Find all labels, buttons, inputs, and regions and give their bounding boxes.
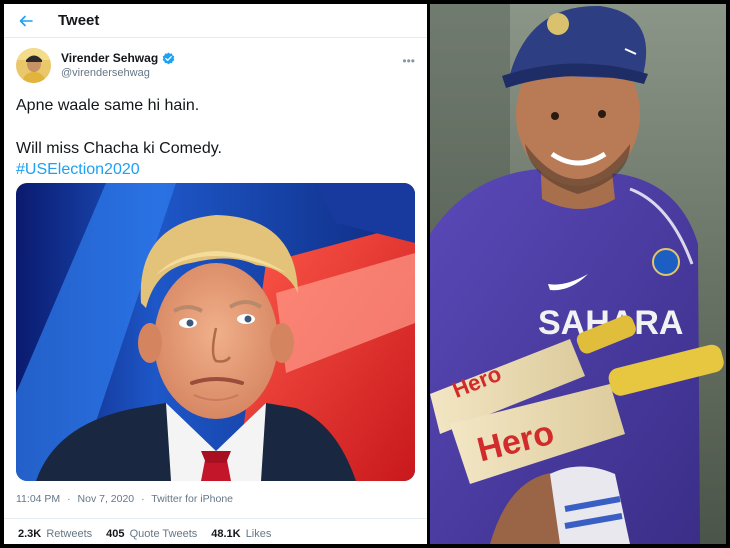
tweet-author: Virender Sehwag @virendersehwag ••• [16, 48, 415, 84]
likes-stat[interactable]: 48.1K Likes [211, 528, 271, 540]
meta-separator: · [141, 493, 145, 505]
author-handle[interactable]: @virendersehwag [61, 67, 150, 79]
hashtag-link[interactable]: #USElection2020 [16, 161, 140, 179]
tweet-panel: Tweet Virender Sehwag @virendersehwag ••… [4, 4, 427, 544]
page-title: Tweet [58, 12, 100, 29]
tweet-meta: 11:04 PM · Nov 7, 2020 · Twitter for iPh… [16, 493, 233, 505]
quote-tweets-stat[interactable]: 405 Quote Tweets [106, 528, 197, 540]
tweet-date[interactable]: Nov 7, 2020 [78, 493, 135, 505]
tweet-media-image[interactable] [16, 183, 415, 481]
tweet-text-line-2: Will miss Chacha ki Comedy. [16, 140, 222, 157]
verified-badge-icon [162, 51, 175, 64]
meta-separator: · [67, 493, 71, 505]
screenshot-frame: Tweet Virender Sehwag @virendersehwag ••… [0, 0, 730, 548]
tweet-source[interactable]: Twitter for iPhone [151, 493, 233, 505]
tweet-stats: 2.3K Retweets 405 Quote Tweets 48.1K Lik… [4, 518, 427, 544]
author-name[interactable]: Virender Sehwag [61, 51, 175, 65]
avatar[interactable] [16, 48, 51, 83]
cricketer-photo: SAHARA Hero Hero [430, 4, 726, 544]
tweet-text-line-1: Apne waale same hi hain. [16, 97, 200, 114]
tweet-header: Tweet [4, 4, 427, 38]
more-horizontal-icon[interactable]: ••• [402, 54, 415, 68]
retweets-stat[interactable]: 2.3K Retweets [18, 528, 92, 540]
tweet-time[interactable]: 11:04 PM [16, 493, 60, 505]
arrow-left-icon[interactable] [18, 13, 34, 29]
